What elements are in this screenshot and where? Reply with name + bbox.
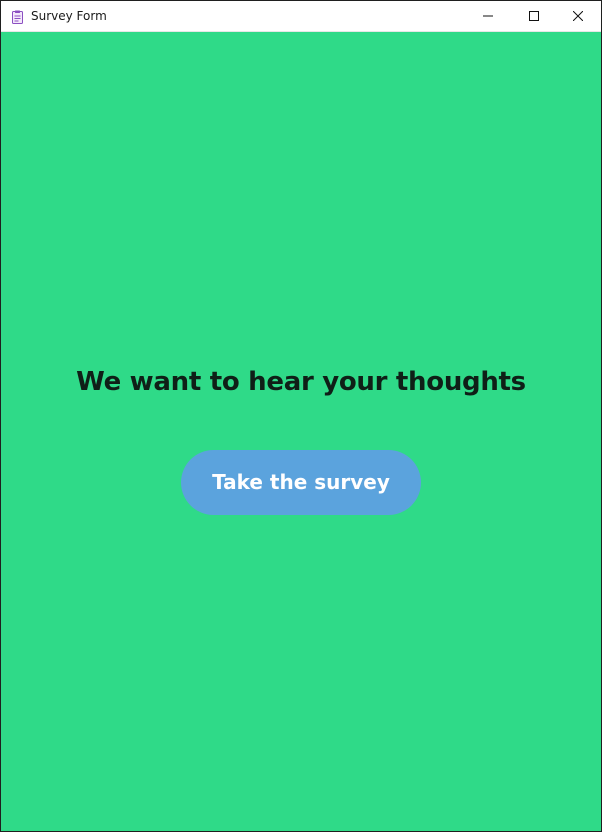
close-icon [573, 11, 583, 21]
clipboard-form-icon [12, 9, 23, 24]
minimize-icon [483, 15, 493, 17]
take-survey-button[interactable]: Take the survey [181, 450, 421, 515]
maximize-icon [529, 11, 539, 21]
survey-landing-panel: We want to hear your thoughts Take the s… [1, 32, 601, 831]
minimize-button[interactable] [465, 1, 511, 31]
app-window: Survey Form We want to hear your thought… [0, 0, 602, 832]
title-bar[interactable]: Survey Form [1, 1, 601, 32]
window-title: Survey Form [31, 9, 107, 23]
maximize-button[interactable] [511, 1, 557, 31]
page-headline: We want to hear your thoughts [76, 367, 526, 397]
close-button[interactable] [555, 1, 601, 31]
